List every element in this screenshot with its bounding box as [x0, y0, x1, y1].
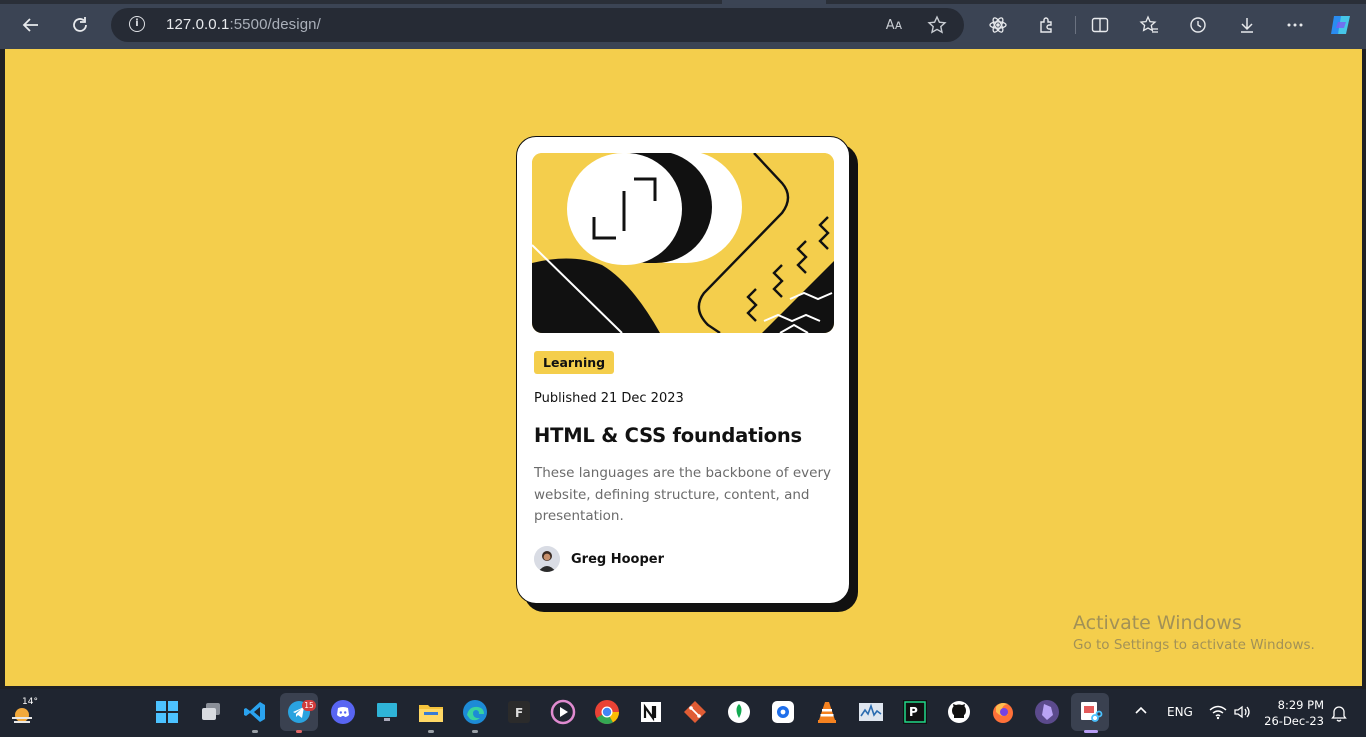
card-description: These languages are the backbone of ever… [534, 465, 831, 524]
browser-toolbar: i 127.0.0.1:5500/design/ Aᴀ [0, 0, 1366, 49]
sourcetree-app[interactable] [769, 698, 797, 726]
system-clock[interactable]: 8:29 PM 26-Dec-23 [1262, 697, 1324, 729]
discord-icon [331, 700, 355, 724]
activate-windows-watermark: Activate Windows Go to Settings to activ… [1073, 612, 1315, 653]
blog-preview-card: Learning Published 21 Dec 2023 HTML & CS… [516, 136, 850, 604]
mongodb-app[interactable] [725, 698, 753, 726]
file-explorer-app[interactable] [417, 698, 445, 726]
sourcetree-icon [772, 701, 794, 723]
github-icon [948, 701, 970, 723]
firefox-app[interactable] [989, 698, 1017, 726]
running-indicator [428, 730, 434, 733]
snipping-tool-app[interactable] [1071, 693, 1109, 731]
resource-monitor-app[interactable] [857, 698, 885, 726]
remote-desktop-app[interactable] [373, 698, 401, 726]
running-indicator [296, 730, 302, 733]
pycharm-icon: P [903, 700, 927, 724]
split-screen-icon[interactable] [1087, 12, 1113, 38]
obsidian-icon [1035, 700, 1059, 724]
f-app-icon: F [508, 701, 530, 723]
weather-temperature: 14° [22, 697, 38, 707]
downloads-icon[interactable] [1234, 12, 1260, 38]
task-view-button[interactable] [197, 698, 225, 726]
chrome-app[interactable] [593, 698, 621, 726]
leaf-icon [728, 701, 750, 723]
vscode-app[interactable] [241, 698, 269, 726]
watermark-subtitle: Go to Settings to activate Windows. [1073, 637, 1315, 653]
play-circle-icon [550, 699, 576, 725]
history-icon[interactable] [1185, 12, 1211, 38]
telegram-app[interactable] [280, 693, 318, 731]
media-player-app[interactable] [549, 698, 577, 726]
chrome-icon [595, 700, 619, 725]
windows-logo-icon [156, 701, 178, 723]
notifications-icon[interactable] [1331, 704, 1347, 725]
folder-icon [419, 705, 443, 722]
edge-app[interactable] [461, 698, 489, 726]
vlc-app[interactable] [813, 698, 841, 726]
card-illustration [532, 153, 834, 333]
address-bar[interactable]: i 127.0.0.1:5500/design/ Aᴀ [111, 8, 964, 42]
extensions-icon[interactable] [1034, 12, 1060, 38]
running-indicator [472, 730, 478, 733]
github-desktop-app[interactable] [945, 698, 973, 726]
refresh-icon [73, 17, 87, 32]
task-view-icon [202, 703, 220, 720]
published-date: Published 21 Dec 2023 [534, 391, 684, 406]
language-indicator[interactable]: ENG [1167, 705, 1193, 719]
react-devtools-icon[interactable] [985, 12, 1011, 38]
refresh-button[interactable] [65, 10, 95, 40]
snipping-icon [1081, 702, 1103, 722]
toolbar-divider [1075, 16, 1076, 34]
favorites-icon[interactable] [1136, 12, 1162, 38]
chart-window-icon [859, 703, 883, 721]
page-viewport: Learning Published 21 Dec 2023 HTML & CS… [5, 49, 1362, 686]
card-title[interactable]: HTML & CSS foundations [534, 424, 802, 447]
svg-text:P: P [909, 705, 918, 719]
url-text[interactable]: 127.0.0.1:5500/design/ [166, 16, 321, 33]
back-arrow-icon [22, 18, 38, 32]
watermark-title: Activate Windows [1073, 612, 1242, 634]
volume-icon[interactable] [1233, 704, 1251, 723]
tab-strip-edge [826, 0, 1366, 4]
author-info: Greg Hooper [534, 546, 664, 572]
category-tag: Learning [534, 351, 615, 374]
git-diamond-icon [684, 701, 706, 723]
site-info-icon[interactable]: i [129, 16, 145, 32]
notion-icon [641, 702, 661, 722]
discord-app[interactable] [329, 698, 357, 726]
running-indicator [1084, 730, 1098, 733]
windows-taskbar: 14° F P ENG 8:29 PM 26-Dec-23 [0, 689, 1366, 737]
more-menu-icon[interactable] [1282, 12, 1308, 38]
running-indicator [252, 730, 258, 733]
start-button[interactable] [153, 698, 181, 726]
notion-like-app[interactable] [637, 698, 665, 726]
traffic-cone-icon [818, 702, 836, 723]
telegram-unread-badge: 15 [302, 700, 316, 711]
tab-strip-edge [0, 0, 722, 4]
chevron-up-icon [1135, 706, 1147, 714]
pycharm-app[interactable]: P [901, 698, 929, 726]
read-aloud-icon[interactable]: Aᴀ [883, 14, 905, 36]
git-app[interactable] [681, 698, 709, 726]
figma-like-app[interactable]: F [505, 698, 533, 726]
edge-icon [463, 700, 487, 724]
show-hidden-icons-button[interactable] [1134, 703, 1148, 720]
monitor-icon [377, 703, 397, 721]
back-button[interactable] [16, 10, 46, 40]
avatar [534, 546, 560, 572]
obsidian-app[interactable] [1033, 698, 1061, 726]
svg-text:F: F [515, 706, 523, 720]
clock-date: 26-Dec-23 [1264, 714, 1324, 728]
favorite-star-icon[interactable] [926, 14, 948, 36]
copilot-icon[interactable] [1328, 12, 1354, 38]
author-name: Greg Hooper [571, 551, 665, 567]
clock-time: 8:29 PM [1277, 698, 1324, 712]
wifi-icon[interactable] [1209, 704, 1227, 723]
firefox-icon [993, 703, 1013, 723]
vscode-icon [244, 702, 265, 722]
